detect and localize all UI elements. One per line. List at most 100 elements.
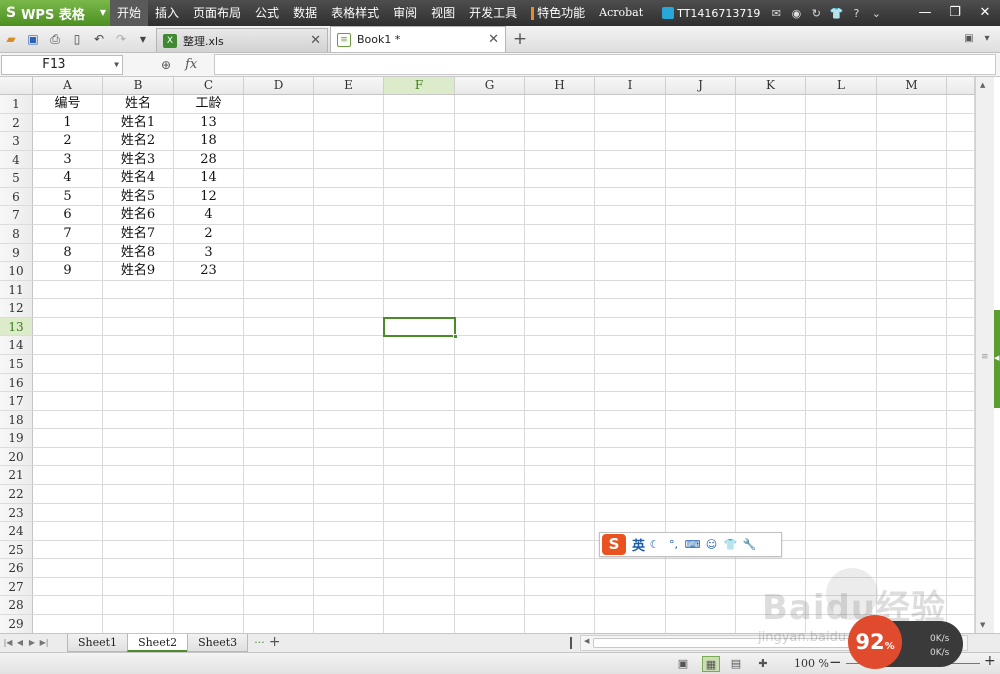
cell-k4[interactable]	[736, 150, 806, 170]
cell-j12[interactable]	[666, 299, 736, 318]
cell-j2[interactable]	[666, 113, 736, 133]
column-header-l[interactable]: L	[806, 77, 877, 95]
cell-k11[interactable]	[736, 280, 806, 300]
row-header[interactable]: 15	[0, 354, 33, 374]
restore-icon[interactable]: ❐	[940, 0, 970, 26]
cell-a4[interactable]: 3	[33, 150, 103, 170]
menu-data[interactable]: 数据	[286, 0, 324, 26]
cell-b16[interactable]	[103, 373, 174, 393]
cell-l1[interactable]	[806, 95, 877, 114]
cell-m4[interactable]	[877, 150, 947, 170]
cell-j16[interactable]	[666, 373, 736, 393]
cell-b28[interactable]	[103, 596, 174, 615]
row-header[interactable]: 17	[0, 392, 33, 411]
row-header[interactable]: 27	[0, 577, 33, 597]
cell-l13[interactable]	[806, 317, 877, 337]
cell-d7[interactable]	[244, 206, 314, 225]
column-header-a[interactable]: A	[33, 77, 103, 95]
cell-h17[interactable]	[525, 392, 595, 411]
cell-c20[interactable]	[174, 447, 244, 467]
cell-m9[interactable]	[877, 243, 947, 263]
row-header[interactable]: 13	[0, 317, 33, 337]
cell-f17[interactable]	[384, 392, 455, 411]
cell-g1[interactable]	[455, 95, 525, 114]
menu-page-layout[interactable]: 页面布局	[186, 0, 248, 26]
cell-h22[interactable]	[525, 484, 595, 504]
cell-m11[interactable]	[877, 280, 947, 300]
shirt-icon[interactable]: 👕	[826, 7, 846, 20]
cell-l19[interactable]	[806, 429, 877, 448]
redo-icon[interactable]: ↷	[110, 26, 132, 52]
cell-h12[interactable]	[525, 299, 595, 318]
cell-m7[interactable]	[877, 206, 947, 225]
cell-m8[interactable]	[877, 224, 947, 244]
cell-a3[interactable]: 2	[33, 132, 103, 151]
cell-i10[interactable]	[595, 262, 666, 281]
scroll-up-icon[interactable]: ▲	[980, 81, 985, 89]
cell-k2[interactable]	[736, 113, 806, 133]
cell-j9[interactable]	[666, 243, 736, 263]
cell-f22[interactable]	[384, 484, 455, 504]
row-header[interactable]: 9	[0, 243, 33, 263]
cell-k18[interactable]	[736, 410, 806, 430]
cell-c12[interactable]	[174, 299, 244, 318]
cell-j29[interactable]	[666, 614, 736, 633]
insert-function-icon[interactable]: fx	[185, 57, 197, 72]
cell-e11[interactable]	[314, 280, 384, 300]
close-tab-icon[interactable]: ✕	[310, 33, 321, 48]
cell-d3[interactable]	[244, 132, 314, 151]
cell-b29[interactable]	[103, 614, 174, 633]
cell-j22[interactable]	[666, 484, 736, 504]
cell-e18[interactable]	[314, 410, 384, 430]
cell-g27[interactable]	[455, 577, 525, 597]
cell-a7[interactable]: 6	[33, 206, 103, 225]
cell-b12[interactable]	[103, 299, 174, 318]
cell-h21[interactable]	[525, 466, 595, 485]
cell-k3[interactable]	[736, 132, 806, 151]
cell-c1[interactable]: 工龄	[174, 95, 244, 114]
print-icon[interactable]: ⎙	[44, 26, 66, 52]
row-header[interactable]: 22	[0, 484, 33, 504]
first-sheet-icon[interactable]: |◀	[2, 634, 14, 651]
add-sheet-button[interactable]: +	[269, 634, 281, 651]
cell-d23[interactable]	[244, 503, 314, 523]
cell-d14[interactable]	[244, 336, 314, 355]
cell-e23[interactable]	[314, 503, 384, 523]
cell-l3[interactable]	[806, 132, 877, 151]
cell-c17[interactable]	[174, 392, 244, 411]
cell-b23[interactable]	[103, 503, 174, 523]
cell-j19[interactable]	[666, 429, 736, 448]
cell-a14[interactable]	[33, 336, 103, 355]
close-icon[interactable]: ✕	[970, 0, 1000, 26]
cell-a9[interactable]: 8	[33, 243, 103, 263]
cell-e14[interactable]	[314, 336, 384, 355]
row-header[interactable]: 10	[0, 262, 33, 281]
cell-i16[interactable]	[595, 373, 666, 393]
cell-c24[interactable]	[174, 522, 244, 541]
cell-d16[interactable]	[244, 373, 314, 393]
cell-b7[interactable]: 姓名6	[103, 206, 174, 225]
row-header[interactable]: 26	[0, 559, 33, 578]
cell-d6[interactable]	[244, 187, 314, 207]
cell-b6[interactable]: 姓名5	[103, 187, 174, 207]
cell-i23[interactable]	[595, 503, 666, 523]
cell-i3[interactable]	[595, 132, 666, 151]
cell-l22[interactable]	[806, 484, 877, 504]
cell-f29[interactable]	[384, 614, 455, 633]
cell-j7[interactable]	[666, 206, 736, 225]
cell-l21[interactable]	[806, 466, 877, 485]
cell-b20[interactable]	[103, 447, 174, 467]
cell-f6[interactable]	[384, 187, 455, 207]
cell-m18[interactable]	[877, 410, 947, 430]
ime-mode-toggle[interactable]: 英	[632, 535, 645, 554]
cell-d8[interactable]	[244, 224, 314, 244]
cell-m22[interactable]	[877, 484, 947, 504]
cell-j23[interactable]	[666, 503, 736, 523]
cell-c16[interactable]	[174, 373, 244, 393]
cell-a13[interactable]	[33, 317, 103, 337]
row-header[interactable]: 21	[0, 466, 33, 485]
cell-f3[interactable]	[384, 132, 455, 151]
cell-b1[interactable]: 姓名	[103, 95, 174, 114]
cell-l20[interactable]	[806, 447, 877, 467]
cell-m15[interactable]	[877, 354, 947, 374]
